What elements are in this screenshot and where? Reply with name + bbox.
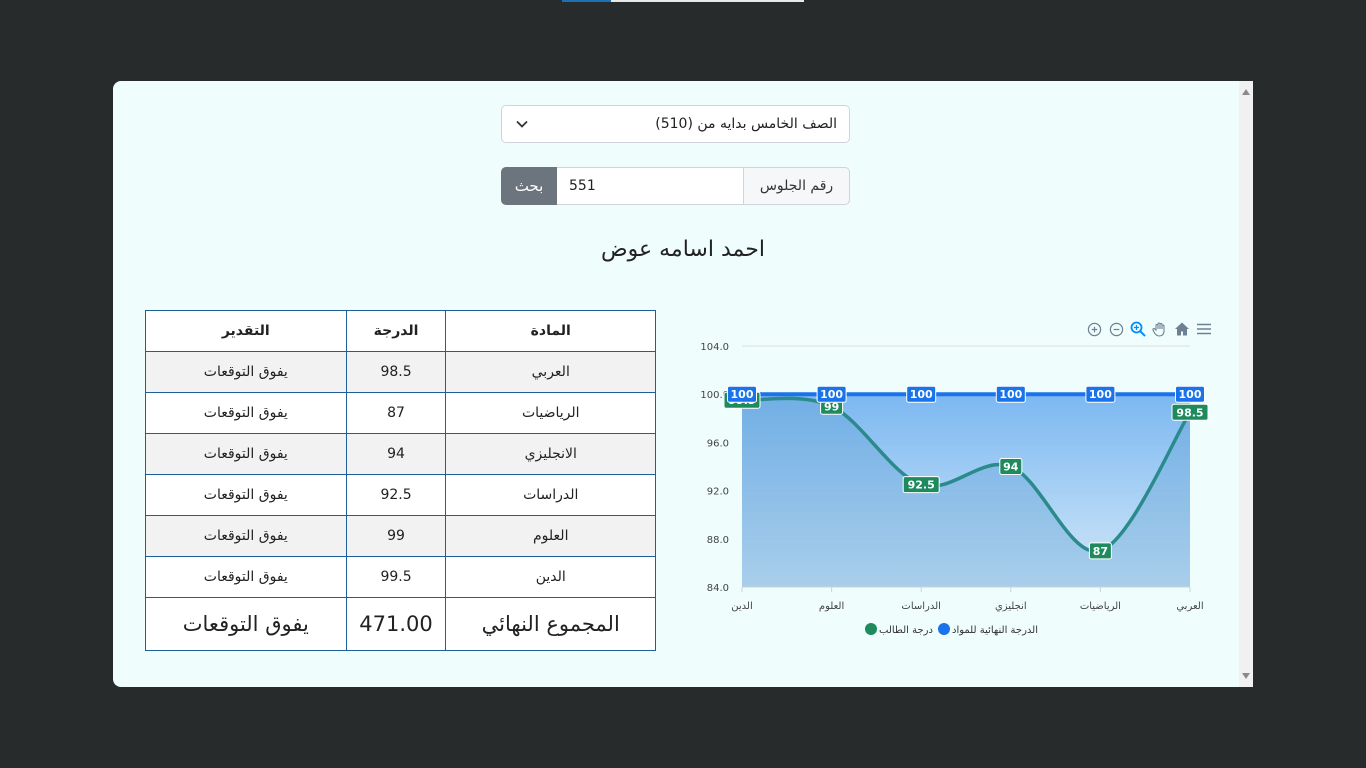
student-data-label: 98.5 — [1176, 406, 1203, 419]
selection-zoom-icon[interactable] — [1129, 320, 1147, 338]
table-row: العربي 98.5 يفوق التوقعات — [145, 351, 656, 393]
seat-search-group: بحث رقم الجلوس — [501, 167, 850, 205]
legend-label: درجة الطالب — [879, 625, 933, 636]
legend-marker — [865, 623, 877, 635]
student-name: احمد اسامه عوض — [601, 237, 765, 262]
table-row: العلوم 99 يفوق التوقعات — [145, 515, 656, 557]
header-rating: التقدير — [145, 310, 347, 352]
x-tick-label: الرياضيات — [1080, 601, 1121, 612]
max-data-label: 100 — [820, 388, 843, 401]
x-tick-label: انجليزي — [995, 601, 1027, 612]
chart-canvas: 84.088.092.096.0100.0104.0الدين العلوم الد… — [700, 342, 1209, 636]
subject-cell: الرياضيات — [445, 392, 656, 434]
grade-select-value: الصف الخامس بدايه من (510) — [655, 116, 837, 132]
results-card: الصف الخامس بدايه من (510) بحث رقم الجلو… — [113, 81, 1253, 687]
total-row: المجموع النهائي 471.00 يفوق التوقعات — [145, 597, 656, 651]
total-label: المجموع النهائي — [445, 597, 656, 651]
subject-cell: الانجليزي — [445, 433, 656, 475]
zoom-out-icon[interactable] — [1107, 320, 1125, 338]
rating-cell: يفوق التوقعات — [145, 392, 347, 434]
y-tick-label: 92.0 — [707, 487, 729, 498]
rating-cell: يفوق التوقعات — [145, 433, 347, 475]
total-rating: يفوق التوقعات — [145, 597, 347, 651]
chevron-down-icon — [514, 116, 530, 132]
legend-marker — [938, 623, 950, 635]
scrollbar[interactable] — [1239, 81, 1253, 687]
y-tick-label: 88.0 — [707, 535, 729, 546]
score-cell: 99 — [345, 515, 447, 557]
table-row: الدين 99.5 يفوق التوقعات — [145, 556, 656, 598]
rating-cell: يفوق التوقعات — [145, 474, 347, 516]
chart-toolbar — [1085, 320, 1213, 338]
y-tick-label: 84.0 — [707, 583, 729, 594]
seat-number-label: رقم الجلوس — [743, 167, 850, 205]
rating-cell: يفوق التوقعات — [145, 515, 347, 557]
subject-cell: الدين — [445, 556, 656, 598]
max-data-label: 100 — [999, 388, 1022, 401]
rating-cell: يفوق التوقعات — [145, 556, 347, 598]
max-data-label: 100 — [731, 388, 754, 401]
x-tick-label: الدين — [731, 601, 752, 612]
table-row: الرياضيات 87 يفوق التوقعات — [145, 392, 656, 434]
grades-table: المادة الدرجة التقدير العربي 98.5 يفوق الت… — [145, 310, 656, 651]
zoom-in-icon[interactable] — [1085, 320, 1103, 338]
table-row: الدراسات 92.5 يفوق التوقعات — [145, 474, 656, 516]
student-data-label: 94 — [1003, 461, 1019, 474]
header-score: الدرجة — [345, 310, 447, 352]
score-cell: 87 — [345, 392, 447, 434]
seat-number-input[interactable] — [557, 167, 743, 205]
x-tick-label: الدراسات — [901, 601, 941, 612]
score-cell: 98.5 — [345, 351, 447, 393]
subject-cell: الدراسات — [445, 474, 656, 516]
max-data-label: 100 — [910, 388, 933, 401]
y-tick-label: 96.0 — [707, 438, 729, 449]
total-value: 471.00 — [345, 597, 447, 651]
scroll-down-arrow-icon[interactable] — [1242, 673, 1250, 679]
table-header-row: المادة الدرجة التقدير — [145, 310, 656, 352]
rating-cell: يفوق التوقعات — [145, 351, 347, 393]
search-button[interactable]: بحث — [501, 167, 557, 205]
subject-cell: العلوم — [445, 515, 656, 557]
scroll-up-arrow-icon[interactable] — [1242, 89, 1250, 95]
max-data-label: 100 — [1089, 388, 1112, 401]
top-progress-strip — [562, 0, 804, 2]
grade-select[interactable]: الصف الخامس بدايه من (510) — [501, 105, 850, 143]
student-data-label: 87 — [1093, 545, 1108, 558]
header-subject: المادة — [445, 310, 656, 352]
legend-label: الدرجة النهائية للمواد — [952, 625, 1038, 636]
score-cell: 99.5 — [345, 556, 447, 598]
grades-chart: 84.0 88.0 92.0 96.0 100.0 104.0 الدين العلوم الد… — [693, 317, 1213, 647]
score-cell: 92.5 — [345, 474, 447, 516]
table-row: الانجليزي 94 يفوق التوقعات — [145, 433, 656, 475]
y-tick-label: 104.0 — [700, 342, 729, 353]
x-tick-label: العلوم — [819, 601, 844, 612]
subject-cell: العربي — [445, 351, 656, 393]
student-data-label: 92.5 — [908, 479, 935, 492]
x-tick-label: العربي — [1176, 601, 1203, 612]
pan-hand-icon[interactable] — [1151, 320, 1169, 338]
score-cell: 94 — [345, 433, 447, 475]
max-data-label: 100 — [1179, 388, 1202, 401]
home-reset-icon[interactable] — [1173, 320, 1191, 338]
menu-icon[interactable] — [1195, 320, 1213, 338]
